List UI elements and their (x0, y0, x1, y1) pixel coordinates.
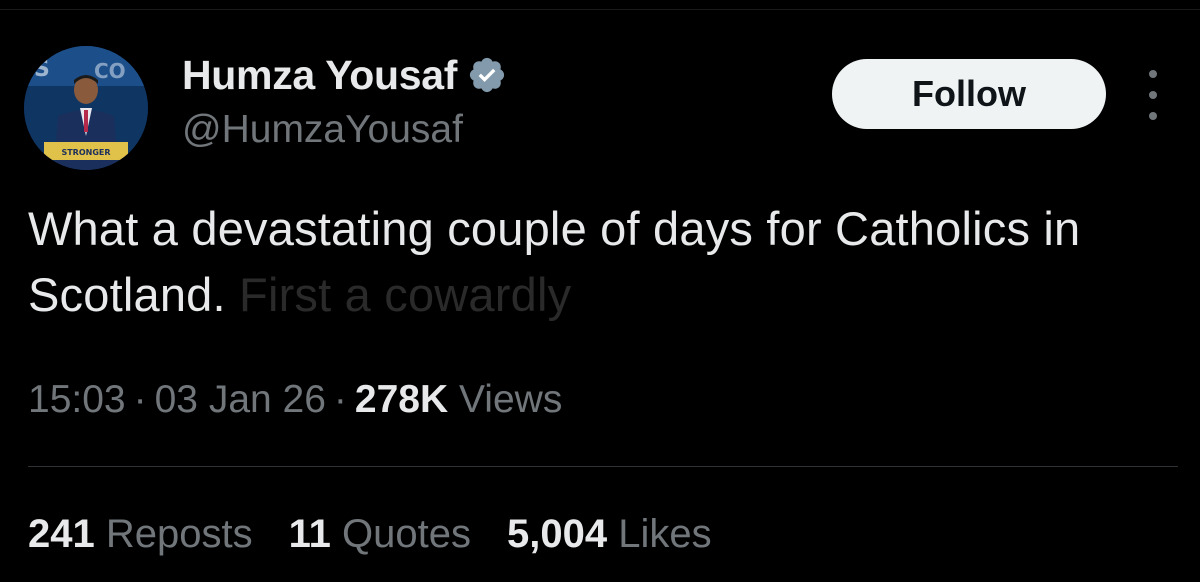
stats-divider (28, 466, 1178, 467)
avatar[interactable]: S CO STRONGER (24, 46, 148, 170)
more-options-icon[interactable] (1138, 70, 1168, 120)
likes-stat[interactable]: 5,004 Likes (507, 512, 712, 557)
avatar-sign-text: STRONGER (61, 148, 110, 157)
meta-separator: · (133, 378, 147, 421)
top-divider (0, 9, 1200, 10)
tweet-stats: 241 Reposts 11 Quotes 5,004 Likes (28, 512, 748, 557)
follow-button[interactable]: Follow (832, 59, 1106, 129)
views-count[interactable]: 278K (355, 378, 448, 421)
svg-text:S: S (34, 57, 50, 82)
reposts-label: Reposts (105, 512, 253, 556)
quotes-label: Quotes (342, 512, 472, 556)
tweet-text-faded: First a cowardly (239, 268, 572, 321)
avatar-photo: S CO STRONGER (24, 46, 148, 170)
tweet-meta: 15:03 · 03 Jan 26 · 278K Views (28, 378, 562, 422)
svg-text:CO: CO (94, 59, 126, 83)
reposts-count: 241 (28, 512, 95, 556)
views-label: Views (459, 378, 563, 421)
quotes-stat[interactable]: 11 Quotes (289, 512, 471, 557)
likes-count: 5,004 (507, 512, 608, 556)
tweet-time[interactable]: 15:03 (28, 378, 126, 421)
author-display-name[interactable]: Humza Yousaf (182, 52, 457, 99)
tweet-text: What a devastating couple of days for Ca… (28, 196, 1168, 328)
author-handle[interactable]: @HumzaYousaf (182, 108, 463, 152)
meta-separator: · (333, 378, 347, 421)
dot-icon (1149, 70, 1157, 78)
likes-label: Likes (618, 512, 712, 556)
dot-icon (1149, 91, 1157, 99)
author-name-row: Humza Yousaf (182, 50, 507, 100)
quotes-count: 11 (288, 512, 331, 556)
verified-badge-icon (467, 55, 507, 95)
dot-icon (1149, 112, 1157, 120)
reposts-stat[interactable]: 241 Reposts (28, 512, 253, 557)
tweet-date[interactable]: 03 Jan 26 (155, 378, 326, 421)
